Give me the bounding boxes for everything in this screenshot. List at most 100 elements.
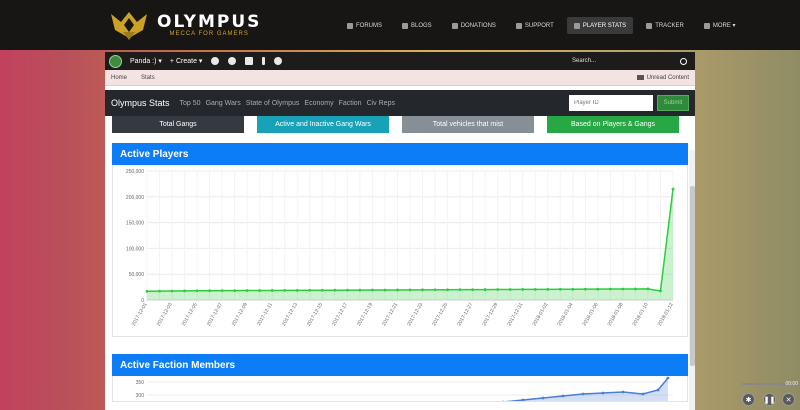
pause-icon[interactable]: ❚❚ — [763, 393, 776, 406]
x-tick-label: 2018-01-10 — [632, 302, 650, 327]
active-players-chart: 0 50,000 100,000 150,000 200,000 250,000 2017-… — [112, 165, 688, 337]
user-toolbar: Panda :) ▾ + Create ▾ Search... — [105, 52, 695, 70]
data-point — [496, 288, 500, 291]
data-point — [671, 187, 675, 191]
pen-icon[interactable] — [262, 57, 266, 65]
nav-label: SUPPORT — [524, 22, 554, 29]
data-point — [646, 287, 650, 291]
nav-forums[interactable]: FORUMS — [340, 17, 389, 34]
image-icon[interactable] — [245, 57, 254, 65]
y-tick-label: 350 — [136, 380, 145, 386]
settings-icon[interactable]: ✱ — [742, 393, 755, 406]
active-players-header: Active Players — [112, 143, 688, 165]
media-time: 00:00 — [785, 381, 798, 387]
stats-title[interactable]: Olympus Stats — [111, 98, 170, 108]
close-icon[interactable]: ✕ — [782, 393, 795, 406]
stats-link-state[interactable]: State of Olympus — [246, 100, 300, 107]
data-point — [634, 287, 637, 291]
messages-icon[interactable] — [228, 57, 237, 65]
stats-link-gang-wars[interactable]: Gang Wars — [206, 100, 241, 107]
tab-gang-wars[interactable]: Active and Inactive Gang Wars — [257, 116, 389, 133]
data-point — [621, 390, 625, 394]
x-tick-label: 2017-12-13 — [281, 302, 299, 327]
nav-donations[interactable]: DONATIONS — [445, 17, 503, 34]
unread-content-link[interactable]: Unread Content — [636, 75, 689, 81]
tab-total-gangs[interactable]: Total Gangs — [112, 116, 244, 133]
blog-icon — [402, 22, 408, 29]
nav-label: DONATIONS — [460, 22, 496, 29]
x-tick-label: 2017-12-01 — [131, 302, 149, 327]
donate-icon — [451, 22, 458, 29]
data-point — [546, 287, 550, 291]
player-id-input[interactable] — [569, 95, 653, 111]
tab-players-gangs[interactable]: Based on Players & Gangs — [547, 116, 679, 133]
x-tick-label: 2017-12-03 — [156, 302, 174, 327]
submit-button[interactable]: Submit — [657, 95, 689, 111]
active-faction-header: Active Faction Members — [112, 354, 688, 376]
stats-link-faction[interactable]: Faction — [339, 100, 362, 107]
data-point — [345, 288, 349, 292]
data-point — [208, 289, 212, 293]
data-point — [471, 288, 475, 292]
data-point — [421, 288, 424, 292]
nav-player-stats[interactable]: PLAYER STATS — [566, 17, 634, 34]
x-tick-label: 2017-12-17 — [331, 302, 349, 327]
support-icon — [515, 22, 522, 29]
brand-tagline: MECCA FOR GAMERS — [169, 31, 249, 37]
y-tick-label: 200,000 — [126, 195, 144, 201]
x-tick-label: 2018-01-08 — [607, 302, 625, 327]
nav-label: BLOGS — [411, 22, 432, 29]
data-point — [659, 289, 662, 293]
stats-navbar: Olympus Stats Top 50 Gang Wars State of … — [105, 90, 695, 116]
tab-vehicles[interactable]: Total vehicles that mist — [402, 116, 534, 133]
x-tick-label: 2017-12-09 — [231, 302, 249, 327]
data-point — [320, 288, 324, 292]
data-point — [183, 289, 186, 293]
stats-link-civ-reps[interactable]: Civ Reps — [367, 100, 395, 107]
site-logo[interactable]: OLYMPUS MECCA FOR GAMERS — [107, 8, 261, 42]
data-point — [233, 289, 237, 293]
y-tick-label: 250,000 — [126, 169, 144, 175]
data-point — [245, 289, 249, 292]
x-tick-label: 2017-12-07 — [206, 302, 224, 327]
nav-tracker[interactable]: TRACKER — [639, 17, 691, 34]
breadcrumb-home[interactable]: Home — [111, 75, 127, 81]
x-tick-label: 2017-12-05 — [181, 302, 199, 327]
globe-icon[interactable] — [211, 57, 220, 65]
data-point — [608, 287, 612, 291]
user-menu[interactable]: Panda :) ▾ — [130, 57, 162, 65]
stats-link-top50[interactable]: Top 50 — [180, 100, 201, 107]
data-point — [358, 288, 362, 292]
data-point — [596, 287, 600, 291]
x-tick-label: 2017-12-19 — [356, 302, 374, 327]
play-icon[interactable] — [274, 57, 283, 65]
data-point — [371, 288, 374, 292]
y-tick-label: 100,000 — [126, 246, 144, 252]
y-tick-label: 50,000 — [129, 272, 145, 278]
data-point — [220, 289, 224, 293]
data-point — [283, 289, 287, 292]
x-tick-label: 2017-12-15 — [306, 302, 324, 327]
scrollbar-thumb[interactable] — [690, 186, 695, 366]
avatar[interactable] — [109, 54, 122, 68]
data-point — [308, 288, 312, 292]
nav-more[interactable]: MORE ▾ — [697, 17, 743, 34]
data-point — [396, 288, 399, 292]
nav-support[interactable]: SUPPORT — [509, 17, 561, 34]
search-icon[interactable] — [680, 57, 687, 65]
stats-link-economy[interactable]: Economy — [304, 100, 333, 107]
create-menu[interactable]: + Create ▾ — [170, 57, 203, 65]
active-faction-chart: 350 300 — [112, 376, 688, 402]
x-tick-label: 2018-01-06 — [582, 302, 600, 327]
nav-blogs[interactable]: BLOGS — [395, 17, 439, 34]
data-point — [295, 288, 299, 292]
top-navbar: OLYMPUS MECCA FOR GAMERS FORUMS BLOGS DO… — [0, 0, 800, 50]
x-tick-label: 2018-01-02 — [532, 302, 550, 327]
search-input[interactable]: Search... — [572, 58, 596, 64]
content-panel: Panda :) ▾ + Create ▾ Search... Home Sta… — [105, 52, 695, 410]
main-nav: FORUMS BLOGS DONATIONS SUPPORT PLAYER ST… — [340, 17, 743, 34]
breadcrumb-stats[interactable]: Stats — [141, 75, 155, 81]
data-point — [158, 289, 161, 293]
data-point — [195, 289, 199, 293]
stats-icon — [573, 22, 580, 29]
